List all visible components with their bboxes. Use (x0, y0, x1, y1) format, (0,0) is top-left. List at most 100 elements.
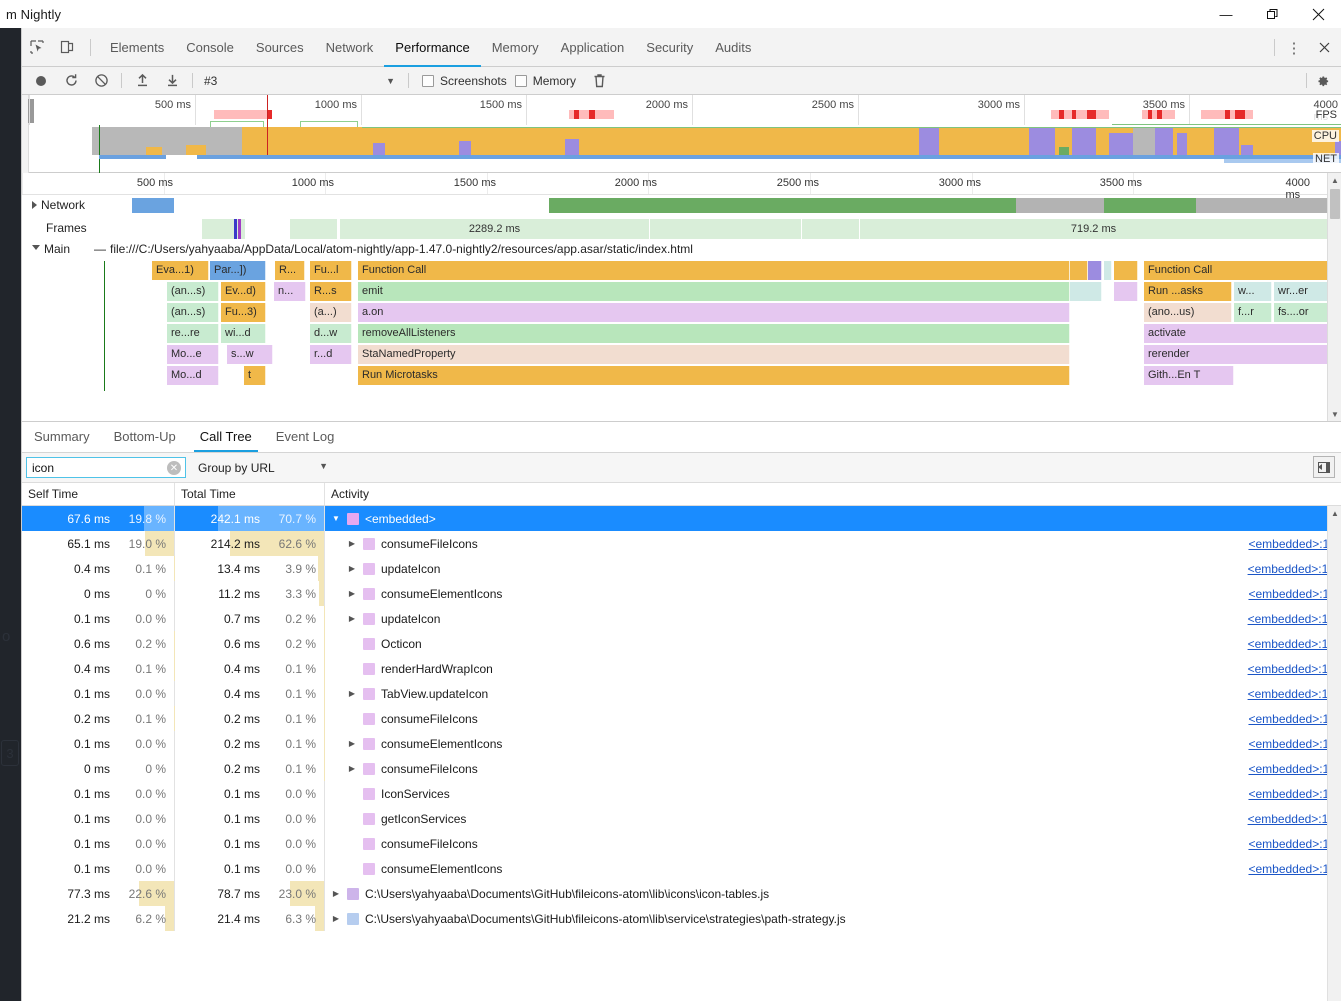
table-row[interactable]: 77.3 ms 22.6 % 78.7 ms 23.0 % ▶ C:\Users\yahy… (22, 881, 1341, 906)
flame-event[interactable]: Eva...1) (152, 261, 209, 280)
track-network-toggle[interactable]: Network (32, 198, 85, 212)
gear-icon[interactable] (1311, 70, 1333, 92)
memory-checkbox[interactable]: Memory (514, 74, 576, 88)
close-icon[interactable] (1295, 0, 1341, 28)
table-row[interactable]: 0.4 ms 0.1 % 0.4 ms 0.1 % renderHardWrapIcon… (22, 656, 1341, 681)
flame-event[interactable]: removeAllListeners (358, 324, 1070, 343)
frame-block[interactable] (802, 219, 860, 239)
group-by-selector[interactable]: Group by URL ▼ (198, 461, 328, 475)
flame-event[interactable]: Ev...d) (221, 282, 266, 301)
flame-event[interactable]: rerender (1144, 345, 1341, 364)
tab-call-tree[interactable]: Call Tree (188, 421, 264, 452)
track-main-toggle[interactable]: Main (32, 242, 70, 256)
frame-block[interactable] (650, 219, 802, 239)
flame-event[interactable] (1070, 261, 1088, 280)
frame-block[interactable]: 2289.2 ms (340, 219, 650, 239)
flame-event[interactable]: Run ...asks (1144, 282, 1232, 301)
flame-event[interactable]: f...r (1234, 303, 1272, 322)
clear-input-icon[interactable]: ✕ (167, 461, 181, 475)
flame-event[interactable] (1088, 261, 1102, 280)
track-main[interactable]: Main — file:///C:/Users/yahyaaba/AppData… (22, 241, 1327, 260)
flame-scroll-thumb[interactable] (1330, 189, 1340, 219)
tab-bottom-up[interactable]: Bottom-Up (102, 421, 188, 452)
frame-block[interactable]: 719.2 ms (860, 219, 1328, 239)
flame-event[interactable]: (a...) (310, 303, 352, 322)
flame-event[interactable]: Fu...l (310, 261, 352, 280)
table-row[interactable]: 0.1 ms 0.0 % 0.2 ms 0.1 % ▶ consumeElementIco… (22, 731, 1341, 756)
table-row[interactable]: 21.2 ms 6.2 % 21.4 ms 6.3 % ▶ C:\Users\yahyaa… (22, 906, 1341, 931)
restore-icon[interactable] (1249, 0, 1295, 28)
flame-event[interactable]: wi...d (221, 324, 266, 343)
device-toolbar-icon[interactable] (52, 34, 82, 60)
kebab-menu-icon[interactable]: ⋮ (1281, 35, 1307, 61)
table-row[interactable]: 0.1 ms 0.0 % 0.4 ms 0.1 % ▶ TabView.updateIco… (22, 681, 1341, 706)
table-row[interactable]: 0.1 ms 0.0 % 0.1 ms 0.0 % consumeElementIcon… (22, 856, 1341, 881)
tab-performance[interactable]: Performance (384, 28, 482, 67)
flame-event[interactable]: Gith...En T (1144, 366, 1234, 385)
table-row[interactable]: 0.2 ms 0.1 % 0.2 ms 0.1 % consumeFileIcons <e… (22, 706, 1341, 731)
track-network[interactable]: Network (22, 195, 1329, 217)
chevron-down-icon[interactable]: ▼ (331, 514, 341, 523)
reload-record-icon[interactable] (56, 69, 86, 93)
flame-event[interactable]: Fu...3) (221, 303, 266, 322)
tab-network[interactable]: Network (315, 28, 385, 67)
filter-input[interactable]: icon ✕ (26, 457, 186, 478)
chevron-right-icon[interactable]: ▶ (331, 889, 341, 898)
flame-event[interactable]: Mo...e (167, 345, 219, 364)
flame-event[interactable]: n... (274, 282, 306, 301)
flame-event[interactable]: d...w (310, 324, 352, 343)
track-frames[interactable]: Frames 2289.2 ms 719.2 ms (22, 217, 1328, 241)
flame-event[interactable]: re...re (167, 324, 219, 343)
chevron-right-icon[interactable]: ▶ (347, 539, 357, 548)
table-row[interactable]: 0.1 ms 0.0 % 0.7 ms 0.2 % ▶ updateIcon <embedd… (22, 606, 1341, 631)
trash-icon[interactable] (588, 70, 610, 92)
show-sidebar-icon[interactable] (1313, 456, 1335, 478)
tab-memory[interactable]: Memory (481, 28, 550, 67)
tab-application[interactable]: Application (550, 28, 636, 67)
column-self-time[interactable]: Self Time (22, 483, 175, 505)
flame-event[interactable]: s...w (227, 345, 273, 364)
call-tree-scrollbar[interactable]: ▲ (1327, 506, 1341, 1001)
load-profile-icon[interactable] (127, 69, 157, 93)
network-request-bar[interactable] (132, 198, 174, 213)
table-row[interactable]: 0 ms 0 % 11.2 ms 3.3 % ▶ consumeElementIcons <… (22, 581, 1341, 606)
column-activity[interactable]: Activity (325, 483, 1341, 505)
flame-event[interactable]: R...s (310, 282, 352, 301)
tab-audits[interactable]: Audits (704, 28, 762, 67)
flame-event[interactable]: Function Call (358, 261, 1070, 280)
frame-block[interactable] (290, 219, 338, 239)
screenshots-checkbox[interactable]: Screenshots (422, 74, 507, 88)
table-row[interactable]: 0.1 ms 0.0 % 0.1 ms 0.0 % IconServices <embed… (22, 781, 1341, 806)
table-row[interactable]: 0 ms 0 % 0.2 ms 0.1 % ▶ consumeFileIcons <embe… (22, 756, 1341, 781)
flame-event[interactable]: a.on (358, 303, 1070, 322)
flame-event[interactable]: w... (1234, 282, 1272, 301)
flame-event[interactable] (1104, 261, 1112, 280)
scroll-up-icon[interactable]: ▲ (1328, 173, 1341, 187)
column-total-time[interactable]: Total Time (175, 483, 325, 505)
tab-event-log[interactable]: Event Log (264, 421, 347, 452)
chevron-right-icon[interactable]: ▶ (347, 589, 357, 598)
network-request-bar[interactable] (1104, 198, 1196, 213)
profile-selector[interactable]: #3 ▼ (198, 70, 403, 92)
save-profile-icon[interactable] (157, 69, 187, 93)
table-row[interactable]: 0.6 ms 0.2 % 0.6 ms 0.2 % Octicon <embedded>:… (22, 631, 1341, 656)
table-row[interactable]: 0.1 ms 0.0 % 0.1 ms 0.0 % consumeFileIcons <e… (22, 831, 1341, 856)
tab-sources[interactable]: Sources (245, 28, 315, 67)
minimize-icon[interactable]: — (1203, 0, 1249, 28)
network-request-bar[interactable] (1196, 198, 1329, 213)
flame-event[interactable]: (ano...us) (1144, 303, 1232, 322)
tab-elements[interactable]: Elements (99, 28, 175, 67)
flame-event[interactable]: r...d (310, 345, 352, 364)
flame-event[interactable]: R... (275, 261, 305, 280)
flame-event[interactable]: Run Microtasks (358, 366, 1070, 385)
flame-event[interactable]: (an...s) (167, 303, 219, 322)
table-row[interactable]: 67.6 ms 19.8 % 242.1 ms 70.7 % ▼ <embedded> (22, 506, 1341, 531)
flame-event[interactable]: StaNamedProperty (358, 345, 1070, 364)
flame-event[interactable]: Par...]) (210, 261, 266, 280)
table-row[interactable]: 0.1 ms 0.0 % 0.1 ms 0.0 % getIconServices <em… (22, 806, 1341, 831)
record-icon[interactable] (26, 69, 56, 93)
devtools-close-icon[interactable] (1307, 35, 1341, 61)
flame-event[interactable]: t (244, 366, 266, 385)
table-row[interactable]: 0.4 ms 0.1 % 13.4 ms 3.9 % ▶ updateIcon <embed… (22, 556, 1341, 581)
flame-event[interactable] (1070, 282, 1102, 301)
